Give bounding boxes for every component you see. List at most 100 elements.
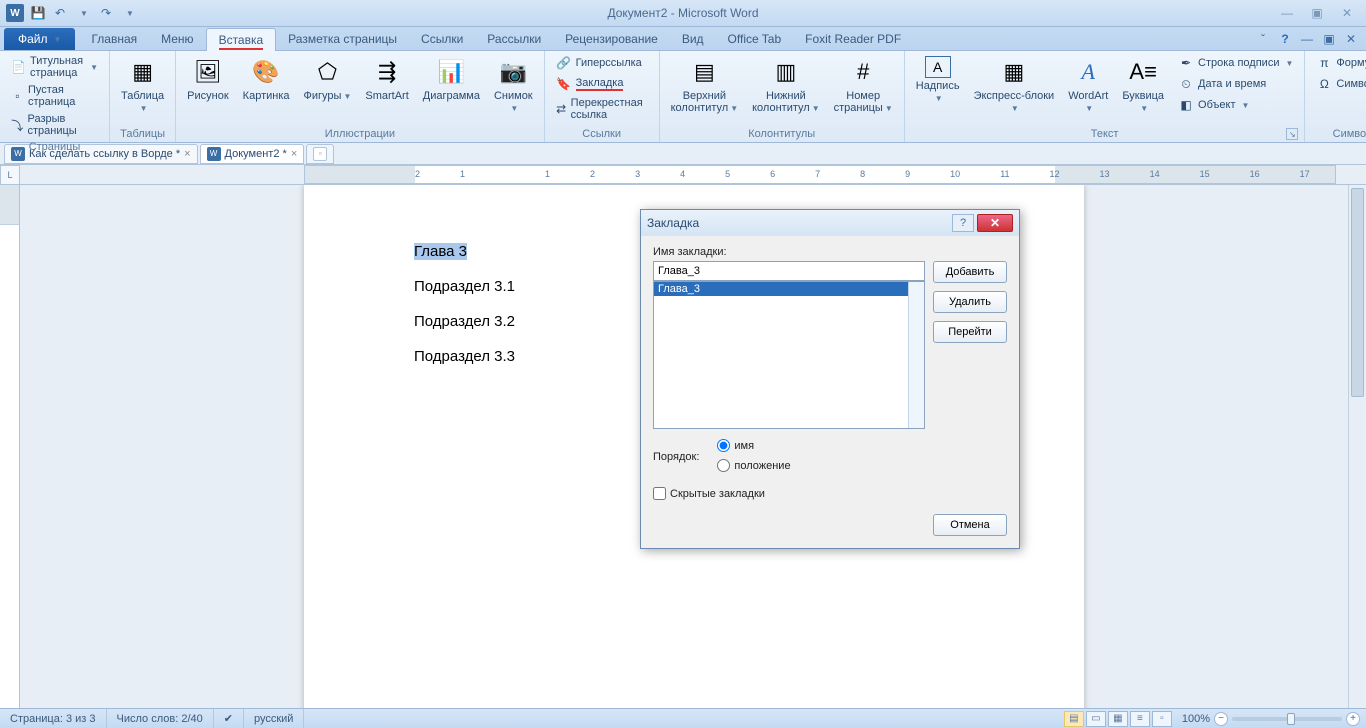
status-proofing[interactable]: ✔: [214, 709, 244, 728]
bookmark-list[interactable]: Глава_3: [653, 281, 925, 429]
tab-references[interactable]: Ссылки: [409, 28, 475, 50]
horizontal-ruler[interactable]: 211234567891011121314151617: [304, 165, 1336, 184]
zoom-slider[interactable]: [1232, 717, 1342, 721]
zoom-thumb[interactable]: [1287, 713, 1295, 725]
vertical-ruler[interactable]: [0, 185, 20, 708]
tab-home[interactable]: Главная: [79, 28, 149, 50]
close-tab-icon[interactable]: ×: [184, 148, 190, 160]
clipart-button[interactable]: 🎨Картинка: [238, 53, 295, 105]
goto-button[interactable]: Перейти: [933, 321, 1007, 343]
file-tab[interactable]: Файл▼: [4, 28, 75, 50]
close-icon[interactable]: ✕: [1334, 4, 1360, 22]
view-outline-icon[interactable]: ≡: [1130, 711, 1150, 727]
table-button[interactable]: ▦Таблица▼: [116, 53, 169, 117]
cover-page-button[interactable]: 📄Титульная страница▼: [6, 53, 103, 81]
tab-mailings[interactable]: Рассылки: [475, 28, 553, 50]
status-words[interactable]: Число слов: 2/40: [107, 709, 214, 728]
view-draft-icon[interactable]: ▫: [1152, 711, 1172, 727]
bookmark-button[interactable]: 🔖Закладка: [551, 74, 653, 94]
qat-customize-icon[interactable]: ▼: [120, 3, 140, 23]
quickparts-icon: ▦: [998, 56, 1030, 88]
scroll-thumb[interactable]: [1351, 188, 1364, 397]
redo-icon[interactable]: ↷: [96, 3, 116, 23]
header-icon: ▤: [688, 56, 720, 88]
add-button[interactable]: Добавить: [933, 261, 1007, 283]
screenshot-button[interactable]: 📷Снимок▼: [489, 53, 538, 117]
order-position-radio[interactable]: положение: [717, 459, 790, 472]
object-button[interactable]: ◧Объект▼: [1173, 95, 1298, 115]
signature-button[interactable]: ✒Строка подписи▼: [1173, 53, 1298, 73]
doctab-2[interactable]: WДокумент2 *×: [200, 144, 305, 164]
restore-icon[interactable]: ▣: [1304, 4, 1330, 22]
chart-button[interactable]: 📊Диаграмма: [418, 53, 485, 105]
zoom-out-icon[interactable]: −: [1214, 712, 1228, 726]
zoom-label[interactable]: 100%: [1182, 713, 1210, 725]
symbol-button[interactable]: ΩСимвол▼: [1311, 74, 1366, 94]
selected-heading[interactable]: Глава 3: [414, 243, 467, 260]
pagenum-button[interactable]: #Номер страницы▼: [829, 53, 898, 117]
minimize-icon[interactable]: —: [1274, 4, 1300, 22]
vertical-scrollbar[interactable]: [1348, 185, 1366, 708]
tab-menu[interactable]: Меню: [149, 28, 205, 50]
bookmark-list-item[interactable]: Глава_3: [654, 282, 924, 296]
status-page[interactable]: Страница: 3 из 3: [0, 709, 107, 728]
undo-dropdown-icon[interactable]: ▼: [74, 3, 94, 23]
tab-office-tab[interactable]: Office Tab: [716, 28, 794, 50]
cancel-button[interactable]: Отмена: [933, 514, 1007, 536]
wordart-button[interactable]: AWordArt▼: [1063, 53, 1113, 117]
word-doc-icon: W: [207, 147, 221, 161]
win-restore2-icon[interactable]: ▣: [1320, 30, 1338, 48]
win-close2-icon[interactable]: ✕: [1342, 30, 1360, 48]
group-pages-label: Страницы: [6, 139, 103, 155]
zoom-in-icon[interactable]: +: [1346, 712, 1360, 726]
picture-button[interactable]: 🖼Рисунок: [182, 53, 234, 105]
pagenum-icon: #: [847, 56, 879, 88]
tab-selector[interactable]: L: [0, 165, 20, 185]
quickparts-button[interactable]: ▦Экспресс-блоки▼: [969, 53, 1060, 117]
tab-insert[interactable]: Вставка: [206, 28, 277, 51]
table-icon: ▦: [127, 56, 159, 88]
text-launcher-icon[interactable]: ↘: [1286, 128, 1298, 140]
bookmark-name-input[interactable]: [653, 261, 925, 281]
status-language[interactable]: русский: [244, 709, 304, 728]
win-minimize2-icon[interactable]: —: [1298, 30, 1316, 48]
textbox-button[interactable]: AНадпись▼: [911, 53, 965, 107]
view-read-icon[interactable]: ▭: [1086, 711, 1106, 727]
blank-page-icon: ▫: [11, 88, 24, 104]
blank-page-button[interactable]: ▫Пустая страница: [6, 82, 103, 110]
tab-foxit[interactable]: Foxit Reader PDF: [793, 28, 913, 50]
close-tab-icon[interactable]: ×: [291, 148, 297, 160]
tab-page-layout[interactable]: Разметка страницы: [276, 28, 409, 50]
ribbon-minimize-icon[interactable]: ˇ: [1254, 30, 1272, 48]
tab-review[interactable]: Рецензирование: [553, 28, 670, 50]
page-break-button[interactable]: ⤵Разрыв страницы: [6, 111, 103, 139]
delete-button[interactable]: Удалить: [933, 291, 1007, 313]
dialog-help-icon[interactable]: ?: [952, 214, 974, 232]
view-web-icon[interactable]: ▦: [1108, 711, 1128, 727]
shapes-button[interactable]: ⬠Фигуры▼: [299, 53, 357, 105]
dialog-close-icon[interactable]: ✕: [977, 214, 1013, 232]
header-button[interactable]: ▤Верхний колонтитул▼: [666, 53, 744, 117]
help-icon[interactable]: ?: [1276, 30, 1294, 48]
doctab-new[interactable]: ▫: [306, 144, 334, 164]
object-icon: ◧: [1178, 97, 1194, 113]
smartart-button[interactable]: ⇶SmartArt: [360, 53, 413, 105]
view-print-icon[interactable]: ▤: [1064, 711, 1084, 727]
undo-icon[interactable]: ↶: [50, 3, 70, 23]
datetime-button[interactable]: ⏲Дата и время: [1173, 74, 1298, 94]
group-illustrations-label: Иллюстрации: [182, 126, 537, 142]
hidden-bookmarks-checkbox[interactable]: [653, 487, 666, 500]
list-scrollbar[interactable]: [908, 282, 924, 428]
status-bar: Страница: 3 из 3 Число слов: 2/40 ✔ русс…: [0, 708, 1366, 728]
save-icon[interactable]: 💾: [28, 3, 48, 23]
tab-view[interactable]: Вид: [670, 28, 716, 50]
hyperlink-button[interactable]: 🔗Гиперссылка: [551, 53, 653, 73]
equation-button[interactable]: πФормула▼: [1311, 53, 1366, 73]
footer-button[interactable]: ▥Нижний колонтитул▼: [747, 53, 825, 117]
dialog-titlebar[interactable]: Закладка ? ✕: [641, 210, 1019, 236]
dropcap-button[interactable]: A≡Буквица▼: [1117, 53, 1169, 117]
bookmark-name-label: Имя закладки:: [653, 246, 1007, 258]
order-name-radio[interactable]: имя: [717, 439, 790, 452]
crossref-button[interactable]: ⇄Перекрестная ссылка: [551, 95, 653, 123]
hyperlink-icon: 🔗: [556, 55, 572, 71]
